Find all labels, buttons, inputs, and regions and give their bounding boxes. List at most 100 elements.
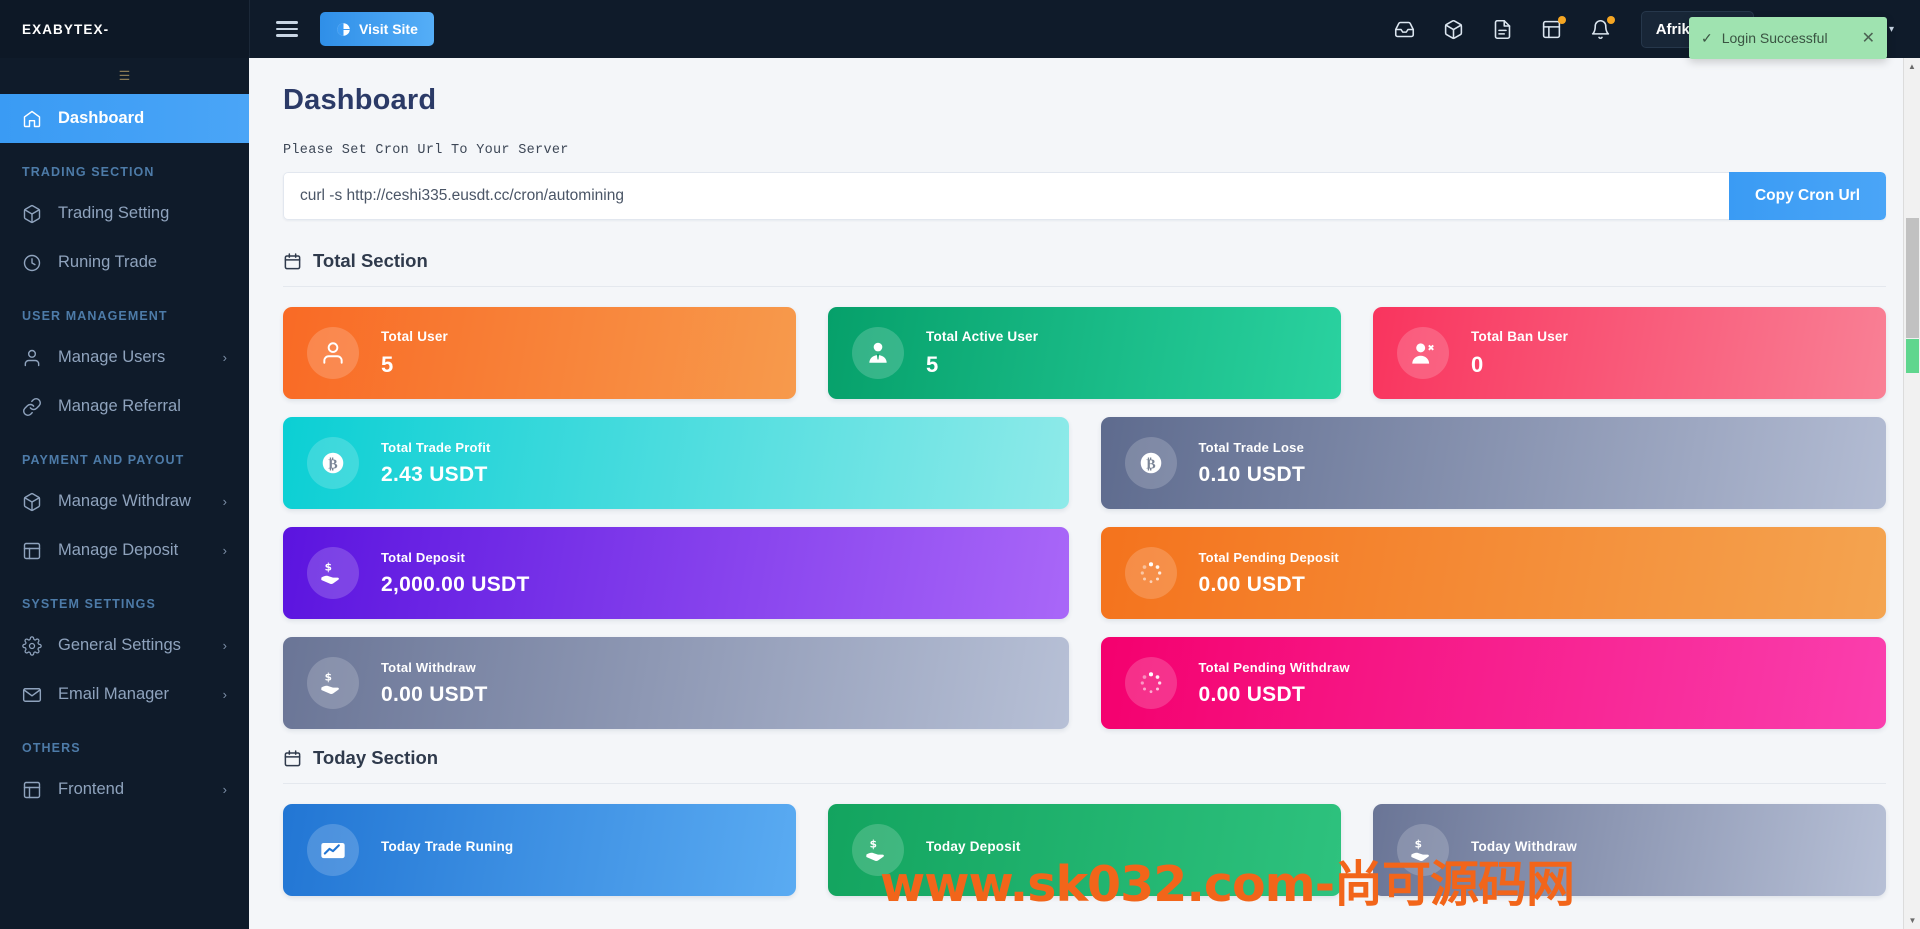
stat-card[interactable]: Total Pending Deposit0.00 USDT bbox=[1101, 527, 1887, 619]
package-icon[interactable] bbox=[1443, 19, 1464, 40]
stat-card-value: 2,000.00 USDT bbox=[381, 573, 530, 597]
sidebar-item-frontend[interactable]: Frontend› bbox=[0, 765, 249, 814]
spinner-icon bbox=[1125, 547, 1177, 599]
stat-card[interactable]: Total User5 bbox=[283, 307, 796, 399]
package-icon bbox=[22, 492, 52, 512]
scrollbar-highlight bbox=[1906, 339, 1919, 373]
stat-card[interactable]: Total Active User5 bbox=[828, 307, 1341, 399]
stat-card[interactable]: Total Pending Withdraw 0.00 USDT bbox=[1101, 637, 1887, 729]
hand-money-icon: $ bbox=[307, 657, 359, 709]
stat-card[interactable]: $ Today Deposit bbox=[828, 804, 1341, 896]
sidebar-primary-items: Dashboard bbox=[0, 94, 249, 143]
stat-card-title: Today Deposit bbox=[926, 839, 1021, 854]
svg-text:$: $ bbox=[325, 672, 332, 684]
spinner-icon bbox=[1125, 657, 1177, 709]
user-icon bbox=[22, 348, 52, 368]
stat-card[interactable]: ₿ Total Trade Lose 0.10 USDT bbox=[1101, 417, 1887, 509]
file-icon[interactable] bbox=[1492, 19, 1513, 40]
stat-card-title: Total Trade Lose bbox=[1199, 440, 1306, 455]
sidebar-item-label: Dashboard bbox=[52, 109, 227, 128]
close-icon[interactable]: ✕ bbox=[1862, 28, 1875, 48]
chevron-right-icon: › bbox=[223, 350, 227, 365]
page-scrollbar[interactable]: ▲ ▼ bbox=[1903, 58, 1920, 929]
svg-text:$: $ bbox=[325, 562, 332, 574]
sidebar-item-label: General Settings bbox=[52, 636, 223, 655]
stat-card-value: 2.43 USDT bbox=[381, 463, 491, 487]
bell-icon[interactable] bbox=[1590, 19, 1611, 40]
stat-card[interactable]: $ Today Withdraw bbox=[1373, 804, 1886, 896]
svg-text:$: $ bbox=[1415, 839, 1422, 851]
card-row: Total User5 Total Active User5 Total Ban U… bbox=[283, 307, 1886, 399]
bell-notification-dot bbox=[1607, 16, 1615, 24]
gear-icon bbox=[22, 636, 52, 656]
stat-card[interactable]: Total Ban User0 bbox=[1373, 307, 1886, 399]
card-row: ₿Total Trade Profit2.43 USDT ₿ Total Trade… bbox=[283, 417, 1886, 509]
sidebar-item-manage-referral[interactable]: Manage Referral bbox=[0, 382, 249, 431]
home-icon bbox=[22, 109, 52, 129]
stat-card-value: 0.00 USDT bbox=[1199, 683, 1350, 707]
sidebar: EXABYTEX- ☰ Dashboard TRADING SECTIONTra… bbox=[0, 0, 249, 929]
sidebar-logo-glyph: ☰ bbox=[0, 58, 249, 94]
stat-card-value: 0.00 USDT bbox=[1199, 573, 1339, 597]
stat-card[interactable]: $Total Deposit2,000.00 USDT bbox=[283, 527, 1069, 619]
sidebar-item-trading-setting[interactable]: Trading Setting bbox=[0, 189, 249, 238]
brand-logo[interactable]: EXABYTEX- bbox=[0, 0, 249, 58]
cron-url-input[interactable] bbox=[283, 172, 1729, 220]
sidebar-item-label: Email Manager bbox=[52, 685, 223, 704]
sidebar-item-manage-users[interactable]: Manage Users› bbox=[0, 333, 249, 382]
svg-text:$: $ bbox=[870, 839, 877, 851]
stat-card-value: 5 bbox=[926, 352, 1038, 378]
inbox-icon[interactable] bbox=[1394, 19, 1415, 40]
scroll-up-arrow[interactable]: ▲ bbox=[1904, 58, 1920, 75]
scrollbar-thumb[interactable] bbox=[1906, 218, 1919, 338]
sidebar-group-heading: SYSTEM SETTINGS bbox=[0, 575, 249, 621]
stat-card[interactable]: $ Total Withdraw0.00 USDT bbox=[283, 637, 1069, 729]
hamburger-menu-icon[interactable] bbox=[276, 17, 298, 40]
stat-card-value: 0.10 USDT bbox=[1199, 463, 1306, 487]
stat-card[interactable]: Today Trade Runing bbox=[283, 804, 796, 896]
copy-cron-url-button[interactable]: Copy Cron Url bbox=[1729, 172, 1886, 220]
stat-card-text: Today Deposit bbox=[926, 839, 1021, 862]
sidebar-group-heading: USER MANAGEMENT bbox=[0, 287, 249, 333]
page-content: Dashboard Please Set Cron Url To Your Se… bbox=[249, 58, 1920, 929]
stat-card-text: Total Active User5 bbox=[926, 329, 1038, 378]
section-heading-label: Total Section bbox=[313, 250, 428, 272]
card-row: $ Total Withdraw0.00 USDT Total Pending Wi… bbox=[283, 637, 1886, 729]
dashboard-sections: Total Section Total User5 Total Active Use… bbox=[283, 250, 1886, 896]
sidebar-item-label: Runing Trade bbox=[52, 253, 227, 272]
stat-card-title: Total Pending Withdraw bbox=[1199, 660, 1350, 675]
visit-site-button[interactable]: Visit Site bbox=[320, 12, 434, 46]
sidebar-item-manage-deposit[interactable]: Manage Deposit› bbox=[0, 526, 249, 575]
bitcoin-icon: ₿ bbox=[1125, 437, 1177, 489]
stat-card-text: Today Withdraw bbox=[1471, 839, 1577, 862]
section-heading: Today Section bbox=[283, 747, 1886, 784]
chart-icon bbox=[307, 824, 359, 876]
stat-card-value: 0.00 USDT bbox=[381, 683, 488, 707]
clock-icon bbox=[22, 253, 52, 273]
stat-card[interactable]: ₿Total Trade Profit2.43 USDT bbox=[283, 417, 1069, 509]
mail-icon bbox=[22, 685, 52, 705]
sidebar-item-runing-trade[interactable]: Runing Trade bbox=[0, 238, 249, 287]
chevron-right-icon: › bbox=[223, 543, 227, 558]
stat-card-text: Total Withdraw0.00 USDT bbox=[381, 660, 488, 707]
chevron-right-icon: › bbox=[223, 687, 227, 702]
sidebar-item-label: Trading Setting bbox=[52, 204, 227, 223]
scroll-down-arrow[interactable]: ▼ bbox=[1904, 912, 1920, 929]
link-icon bbox=[22, 397, 52, 417]
sidebar-item-manage-withdraw[interactable]: Manage Withdraw› bbox=[0, 477, 249, 526]
stat-card-text: Total Trade Lose 0.10 USDT bbox=[1199, 440, 1306, 487]
calendar-icon bbox=[283, 749, 302, 768]
topbar-icons bbox=[1394, 19, 1611, 40]
table-icon[interactable] bbox=[1541, 19, 1562, 40]
stat-card-title: Today Trade Runing bbox=[381, 839, 513, 854]
chevron-right-icon: › bbox=[223, 782, 227, 797]
cron-url-row: Copy Cron Url bbox=[283, 172, 1886, 220]
main-area: Visit Site bbox=[249, 0, 1920, 929]
card-row: $Total Deposit2,000.00 USDT Total Pending… bbox=[283, 527, 1886, 619]
sidebar-item-dashboard[interactable]: Dashboard bbox=[0, 94, 249, 143]
stat-card-text: Total Ban User0 bbox=[1471, 329, 1568, 378]
sidebar-item-general-settings[interactable]: General Settings› bbox=[0, 621, 249, 670]
sidebar-item-email-manager[interactable]: Email Manager› bbox=[0, 670, 249, 719]
stat-card-title: Today Withdraw bbox=[1471, 839, 1577, 854]
table-icon bbox=[22, 541, 52, 561]
